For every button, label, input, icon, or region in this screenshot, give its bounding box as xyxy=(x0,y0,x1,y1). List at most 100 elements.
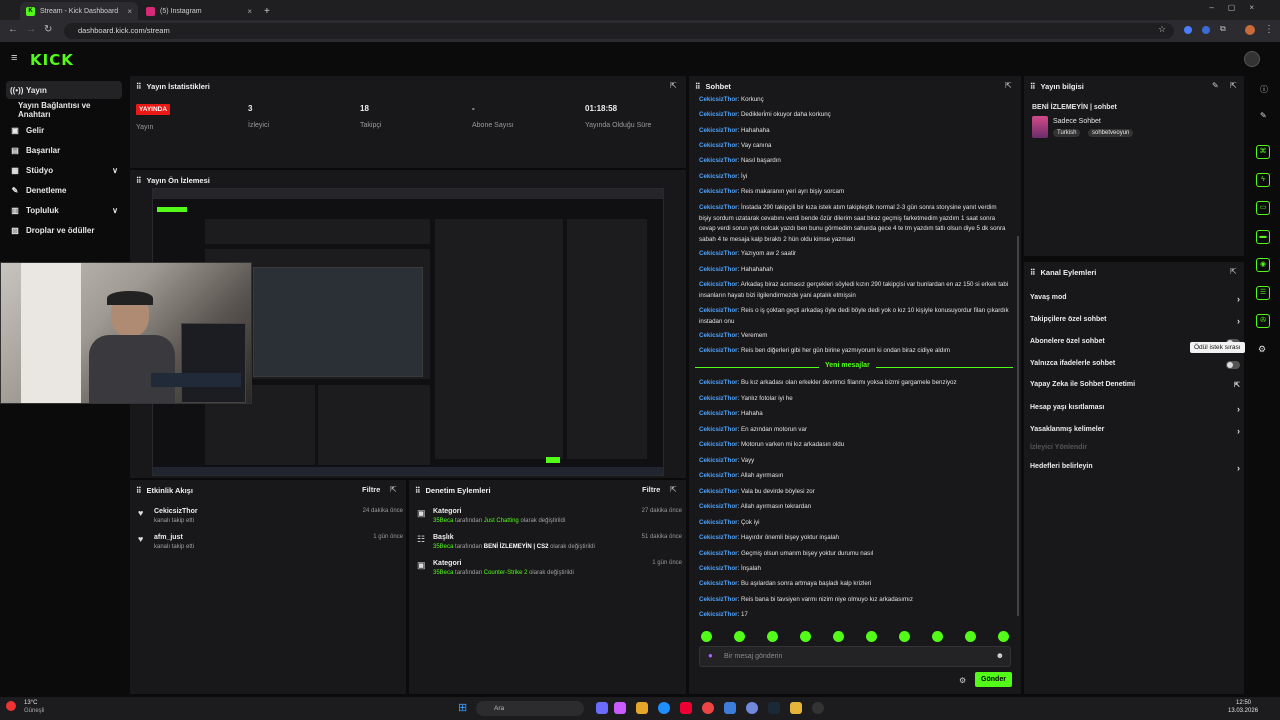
drag-handle-icon[interactable]: ⠿ xyxy=(1030,268,1036,277)
emote-icon[interactable] xyxy=(965,631,976,642)
toggle-switch[interactable] xyxy=(1226,361,1240,369)
emote-icon[interactable] xyxy=(932,631,943,642)
drag-handle-icon[interactable]: ⠿ xyxy=(415,486,421,495)
action-banned-words[interactable]: Yasaklanmış kelimeler › xyxy=(1030,426,1240,436)
popout-icon[interactable]: ⇱ xyxy=(1230,267,1237,276)
tag-badge[interactable]: Turkish xyxy=(1053,129,1081,137)
action-set-goals[interactable]: Hedefleri belirleyin › xyxy=(1030,463,1240,473)
chat-username[interactable]: CekicsizThor xyxy=(699,332,738,339)
user-avatar[interactable] xyxy=(1244,51,1260,67)
new-tab-button[interactable]: + xyxy=(258,2,274,20)
emote-icon[interactable] xyxy=(734,631,745,642)
chat-username[interactable]: CekicsizThor xyxy=(699,250,738,257)
steam-icon[interactable] xyxy=(768,702,780,714)
sidebar-item-revenue[interactable]: ▣ Gelir xyxy=(6,121,122,139)
tab-instagram[interactable]: (5) Instagram × xyxy=(140,2,258,20)
tab-kick-dashboard[interactable]: K Stream - Kick Dashboard × xyxy=(20,2,138,20)
chat-settings-icon[interactable]: ⚙ xyxy=(959,676,966,685)
popout-icon[interactable]: ⇱ xyxy=(670,485,677,494)
chat-username[interactable]: CekicsizThor xyxy=(699,457,738,464)
sidebar-item-studio[interactable]: ▦ Stüdyo ∨ xyxy=(6,161,122,179)
window-controls[interactable]: –▢× xyxy=(1209,3,1268,12)
edge-icon[interactable] xyxy=(658,702,670,714)
chat-username[interactable]: CekicsizThor xyxy=(699,426,738,433)
emote-icon[interactable] xyxy=(833,631,844,642)
action-ai-moderation[interactable]: Yapay Zeka ile Sohbet Denetimi ⇱ xyxy=(1030,381,1240,389)
hamburger-menu-icon[interactable]: ≡ xyxy=(11,52,17,64)
action-account-age[interactable]: Hesap yaşı kısıtlaması › xyxy=(1030,404,1240,414)
info-icon[interactable]: ⓘ xyxy=(1260,84,1268,95)
extensions-puzzle-icon[interactable]: ⧉ xyxy=(1220,24,1226,34)
sidebar-item-achievements[interactable]: ▤ Başarılar xyxy=(6,141,122,159)
emote-icon[interactable] xyxy=(866,631,877,642)
chat-username[interactable]: CekicsizThor xyxy=(699,173,738,180)
action-slow-mode[interactable]: Yavaş mod › xyxy=(1030,294,1240,304)
mic-icon[interactable]: ● xyxy=(708,651,713,660)
chat-username[interactable]: CekicsizThor xyxy=(699,519,738,526)
chrome-icon[interactable] xyxy=(702,702,714,714)
emoji-icon[interactable]: ☻ xyxy=(996,651,1004,660)
app-icon[interactable] xyxy=(596,702,608,714)
chat-username[interactable]: CekicsizThor xyxy=(699,580,738,587)
action-user[interactable]: 35Beca xyxy=(433,570,453,576)
chat-username[interactable]: CekicsizThor xyxy=(699,127,738,134)
menu-dots-icon[interactable]: ⋮ xyxy=(1264,24,1274,35)
action-followers-only[interactable]: Takipçilere özel sohbet › xyxy=(1030,316,1240,326)
sidebar-item-community[interactable]: ▥ Topluluk ∨ xyxy=(6,201,122,219)
chat-username[interactable]: CekicsizThor xyxy=(699,611,738,618)
close-tab-icon[interactable]: × xyxy=(127,7,132,16)
url-field[interactable]: dashboard.kick.com/stream xyxy=(64,23,1174,39)
rail-button-wrench[interactable]: ✇ xyxy=(1256,314,1270,328)
taskbar-search[interactable]: Ara xyxy=(476,701,584,716)
drag-handle-icon[interactable]: ⠿ xyxy=(136,486,142,495)
chat-username[interactable]: CekicsizThor xyxy=(699,565,738,572)
forward-icon[interactable]: → xyxy=(26,24,36,35)
filter-button[interactable]: Filtre xyxy=(362,485,380,494)
emote-icon[interactable] xyxy=(701,631,712,642)
chat-username[interactable]: CekicsizThor xyxy=(699,550,738,557)
action-user[interactable]: 35Beca xyxy=(433,518,453,524)
rail-button-broadcast[interactable]: ◉ xyxy=(1256,258,1270,272)
sidebar-item-stream[interactable]: ((•)) Yayın xyxy=(6,81,122,99)
chat-username[interactable]: CekicsizThor xyxy=(699,111,738,118)
drag-handle-icon[interactable]: ⠿ xyxy=(695,82,701,91)
app-icon[interactable] xyxy=(614,702,626,714)
chat-scrollbar[interactable] xyxy=(1017,236,1019,616)
bookmark-star-icon[interactable]: ☆ xyxy=(1158,24,1166,35)
chat-username[interactable]: CekicsizThor xyxy=(699,142,738,149)
profile-avatar[interactable] xyxy=(1245,25,1255,35)
rail-button-chat[interactable]: ▬ xyxy=(1256,230,1270,244)
event-user[interactable]: CekicsizThor xyxy=(154,508,198,515)
emote-icon[interactable] xyxy=(800,631,811,642)
drag-handle-icon[interactable]: ⠿ xyxy=(136,82,142,91)
rail-button-document[interactable]: ▭ xyxy=(1256,201,1270,215)
chat-username[interactable]: CekicsizThor xyxy=(699,307,738,314)
sidebar-item-moderation[interactable]: ✎ Denetleme xyxy=(6,181,122,199)
chat-username[interactable]: CekicsizThor xyxy=(699,596,738,603)
chat-username[interactable]: CekicsizThor xyxy=(699,503,738,510)
filter-button[interactable]: Filtre xyxy=(642,485,660,494)
reload-icon[interactable]: ↻ xyxy=(44,24,52,35)
chat-username[interactable]: CekicsizThor xyxy=(699,266,738,273)
chat-username[interactable]: CekicsizThor xyxy=(699,534,738,541)
rail-button-layout[interactable]: ☰ xyxy=(1256,286,1270,300)
popout-icon[interactable]: ⇱ xyxy=(390,485,397,494)
extension-icon[interactable] xyxy=(1184,26,1192,34)
popout-icon[interactable]: ⇱ xyxy=(670,81,677,90)
app-icon[interactable] xyxy=(680,702,692,714)
chat-username[interactable]: CekicsizThor xyxy=(699,347,738,354)
chat-username[interactable]: CekicsizThor xyxy=(699,188,738,195)
reward-queue-icon[interactable]: ⚙ xyxy=(1258,344,1266,355)
chat-input[interactable]: ● Bir mesaj gönderin ☻ xyxy=(699,646,1011,667)
popout-icon[interactable]: ⇱ xyxy=(1005,81,1012,90)
send-button[interactable]: Gönder xyxy=(975,672,1012,687)
back-icon[interactable]: ← xyxy=(8,24,18,35)
chat-username[interactable]: CekicsizThor xyxy=(699,281,738,288)
chat-username[interactable]: CekicsizThor xyxy=(699,472,738,479)
category-name[interactable]: Sadece Sohbet xyxy=(1053,118,1101,125)
edit-icon[interactable]: ✎ xyxy=(1260,111,1267,120)
event-user[interactable]: afm_just xyxy=(154,534,183,541)
tag-badge[interactable]: sohbetveoyun xyxy=(1088,129,1134,137)
extension-icon[interactable] xyxy=(1202,26,1210,34)
chat-username[interactable]: CekicsizThor xyxy=(699,379,738,386)
